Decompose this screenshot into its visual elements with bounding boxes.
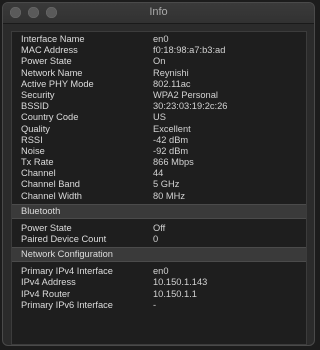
- info-row: Power State Off: [12, 223, 306, 234]
- info-value: Reynishi: [153, 67, 189, 78]
- info-label: Primary IPv4 Interface: [21, 266, 113, 277]
- info-value: 0: [153, 234, 159, 244]
- info-label: RSSI: [21, 134, 43, 145]
- network-configuration-section: Primary IPv4 Interface en0 IPv4 Address 10.…: [12, 264, 306, 311]
- info-label: Noise: [21, 145, 45, 156]
- info-label: IPv4 Address: [21, 277, 76, 288]
- info-row: Channel Band 5 GHz: [12, 179, 306, 190]
- info-label: BSSID: [21, 101, 49, 112]
- info-label: Primary IPv6 Interface: [21, 299, 113, 310]
- window-title: Info: [149, 6, 168, 18]
- info-value: 802.11ac: [153, 78, 191, 89]
- info-row: Power State On: [12, 56, 306, 67]
- info-value: Excellent: [153, 123, 191, 134]
- title-bar[interactable]: Info: [3, 3, 314, 24]
- info-label: Tx Rate: [21, 157, 54, 168]
- info-value: f0:18:98:a7:b3:ad: [153, 45, 226, 56]
- info-value: US: [153, 112, 166, 123]
- info-row: Primary IPv4 Interface en0: [12, 266, 306, 277]
- info-window: Info Interface Name en0 MAC Address f0:18:9…: [2, 2, 315, 346]
- info-value: 5 GHz: [153, 179, 180, 190]
- info-value: 10.150.1.143: [153, 277, 208, 288]
- info-row: Primary IPv6 Interface -: [12, 300, 306, 311]
- info-row: Paired Device Count 0: [12, 234, 306, 245]
- info-label: Power State: [21, 222, 72, 233]
- info-row: Quality Excellent: [12, 124, 306, 135]
- info-label: Quality: [21, 123, 50, 134]
- info-row: RSSI -42 dBm: [12, 135, 306, 146]
- info-value: 80 MHz: [153, 190, 186, 201]
- section-header-network-configuration: Network Configuration: [12, 247, 306, 263]
- info-row: BSSID 30:23:03:19:2c:26: [12, 101, 306, 112]
- info-label: Active PHY Mode: [21, 78, 94, 89]
- info-row: Active PHY Mode 802.11ac: [12, 79, 306, 90]
- info-value: -: [153, 299, 157, 310]
- info-label: Country Code: [21, 112, 79, 123]
- info-row: Tx Rate 866 Mbps: [12, 157, 306, 168]
- info-label: Power State: [21, 56, 72, 67]
- info-label: Channel Width: [21, 190, 82, 201]
- info-panel: Interface Name en0 MAC Address f0:18:98:a7:…: [11, 31, 307, 345]
- info-row: Country Code US: [12, 112, 306, 123]
- info-label: IPv4 Router: [21, 288, 71, 299]
- info-row: Network Name Reynishi: [12, 68, 306, 79]
- info-value: 866 Mbps: [153, 157, 194, 168]
- info-label: MAC Address: [21, 45, 78, 56]
- info-row: Security WPA2 Personal: [12, 90, 306, 101]
- info-value: Off: [153, 222, 166, 233]
- info-value: 10.150.1.1: [153, 288, 197, 299]
- info-row: Noise -92 dBm: [12, 146, 306, 157]
- bluetooth-section: Power State Off Paired Device Count 0: [12, 221, 306, 245]
- info-label: Network Name: [21, 67, 83, 78]
- info-row: Channel Width 80 MHz: [12, 191, 306, 202]
- info-label: Security: [21, 89, 55, 100]
- info-label: Interface Name: [21, 34, 85, 44]
- info-value: en0: [153, 34, 169, 44]
- info-row: Interface Name en0: [12, 34, 306, 45]
- info-row: IPv4 Router 10.150.1.1: [12, 289, 306, 300]
- wifi-section: Interface Name en0 MAC Address f0:18:98:a7:…: [12, 32, 306, 202]
- info-row: Channel 44: [12, 168, 306, 179]
- info-label: Channel: [21, 168, 56, 179]
- info-value: On: [153, 56, 166, 67]
- info-row: IPv4 Address 10.150.1.143: [12, 277, 306, 288]
- info-row: MAC Address f0:18:98:a7:b3:ad: [12, 45, 306, 56]
- info-value: en0: [153, 266, 169, 277]
- info-value: WPA2 Personal: [153, 89, 218, 100]
- info-label: Channel Band: [21, 179, 80, 190]
- info-value: -42 dBm: [153, 134, 189, 145]
- info-value: 44: [153, 168, 164, 179]
- info-value: -92 dBm: [153, 145, 189, 156]
- section-header-bluetooth: Bluetooth: [12, 203, 306, 219]
- info-value: 30:23:03:19:2c:26: [153, 101, 228, 112]
- info-label: Paired Device Count: [21, 234, 107, 244]
